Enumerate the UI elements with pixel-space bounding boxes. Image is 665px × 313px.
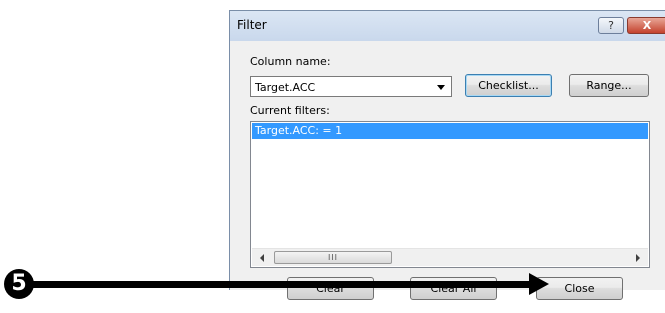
dropdown-arrow-icon[interactable]	[437, 85, 445, 90]
current-filters-label: Current filters:	[250, 104, 330, 117]
current-filters-list[interactable]: Target.ACC: = 1 III	[250, 121, 650, 268]
column-name-select[interactable]: Target.ACC	[250, 76, 452, 97]
column-name-label: Column name:	[250, 55, 331, 68]
column-name-value: Target.ACC	[255, 81, 316, 94]
callout-arrow-line	[32, 281, 532, 288]
list-item[interactable]: Target.ACC: = 1	[252, 123, 648, 139]
filter-dialog: Filter ? X Column name: Target.ACC Check…	[229, 10, 665, 300]
title-bar: Filter ? X	[230, 11, 665, 41]
scroll-right-icon[interactable]	[636, 254, 640, 262]
range-button[interactable]: Range...	[569, 74, 649, 97]
dialog-title: Filter	[237, 18, 267, 32]
horizontal-scrollbar[interactable]: III	[252, 248, 648, 266]
help-icon[interactable]: ?	[598, 17, 624, 34]
scroll-thumb[interactable]: III	[274, 251, 392, 264]
step-number-marker: 5	[4, 269, 34, 299]
close-icon[interactable]: X	[627, 17, 665, 34]
callout-arrow-head	[529, 273, 549, 295]
close-button[interactable]: Close	[536, 277, 623, 300]
checklist-button[interactable]: Checklist...	[465, 74, 552, 97]
scroll-left-icon[interactable]	[260, 254, 264, 262]
